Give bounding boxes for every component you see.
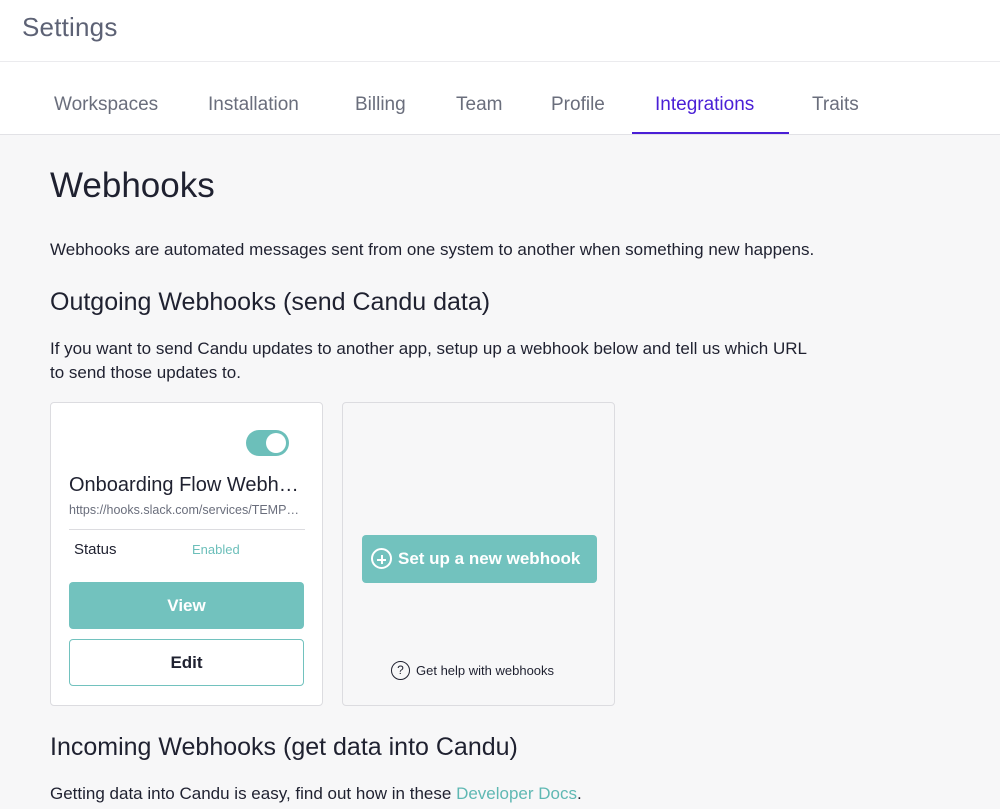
tab-workspaces[interactable]: Workspaces [54, 94, 158, 116]
page-title: Webhooks [50, 166, 215, 205]
edit-webhook-button[interactable]: Edit [69, 639, 304, 686]
plus-circle-icon [371, 548, 392, 569]
developer-docs-link[interactable]: Developer Docs [456, 784, 577, 803]
status-badge: Enabled [192, 542, 240, 557]
view-webhook-button[interactable]: View [69, 582, 304, 629]
incoming-description-text: Getting data into Candu is easy, find ou… [50, 784, 457, 803]
incoming-webhooks-heading: Incoming Webhooks (get data into Candu) [50, 733, 518, 761]
active-tab-indicator [632, 132, 789, 134]
tab-integrations[interactable]: Integrations [655, 94, 754, 116]
page-description: Webhooks are automated messages sent fro… [50, 240, 815, 259]
outgoing-description-line2: to send those updates to. [50, 363, 241, 382]
settings-header: Settings [0, 0, 1000, 62]
setup-new-webhook-label: Set up a new webhook [398, 549, 581, 568]
question-circle-icon: ? [391, 661, 410, 680]
outgoing-webhooks-heading: Outgoing Webhooks (send Candu data) [50, 288, 491, 316]
settings-tabs: Workspaces Installation Billing Team Pro… [0, 62, 1000, 135]
webhook-enabled-toggle[interactable] [246, 430, 289, 456]
tab-installation[interactable]: Installation [208, 94, 299, 116]
status-label: Status [74, 541, 117, 558]
page-header-title: Settings [22, 12, 118, 42]
incoming-description: Getting data into Candu is easy, find ou… [50, 782, 582, 806]
webhooks-help-label: Get help with webhooks [416, 663, 555, 678]
tab-traits[interactable]: Traits [812, 94, 859, 116]
webhook-card: Onboarding Flow Webhook https://hooks.sl… [50, 402, 323, 706]
incoming-description-end: . [577, 784, 582, 803]
webhook-name: Onboarding Flow Webhook [69, 474, 305, 496]
card-divider [69, 529, 305, 530]
new-webhook-card: Set up a new webhook ? Get help with web… [342, 402, 615, 706]
toggle-knob [266, 433, 286, 453]
tab-team[interactable]: Team [456, 94, 502, 116]
setup-new-webhook-button[interactable]: Set up a new webhook [362, 535, 597, 583]
tab-billing[interactable]: Billing [355, 94, 406, 116]
tab-profile[interactable]: Profile [551, 94, 605, 116]
webhook-url: https://hooks.slack.com/services/TEMPLAT… [69, 503, 305, 517]
outgoing-description-line1: If you want to send Candu updates to ano… [50, 339, 807, 358]
